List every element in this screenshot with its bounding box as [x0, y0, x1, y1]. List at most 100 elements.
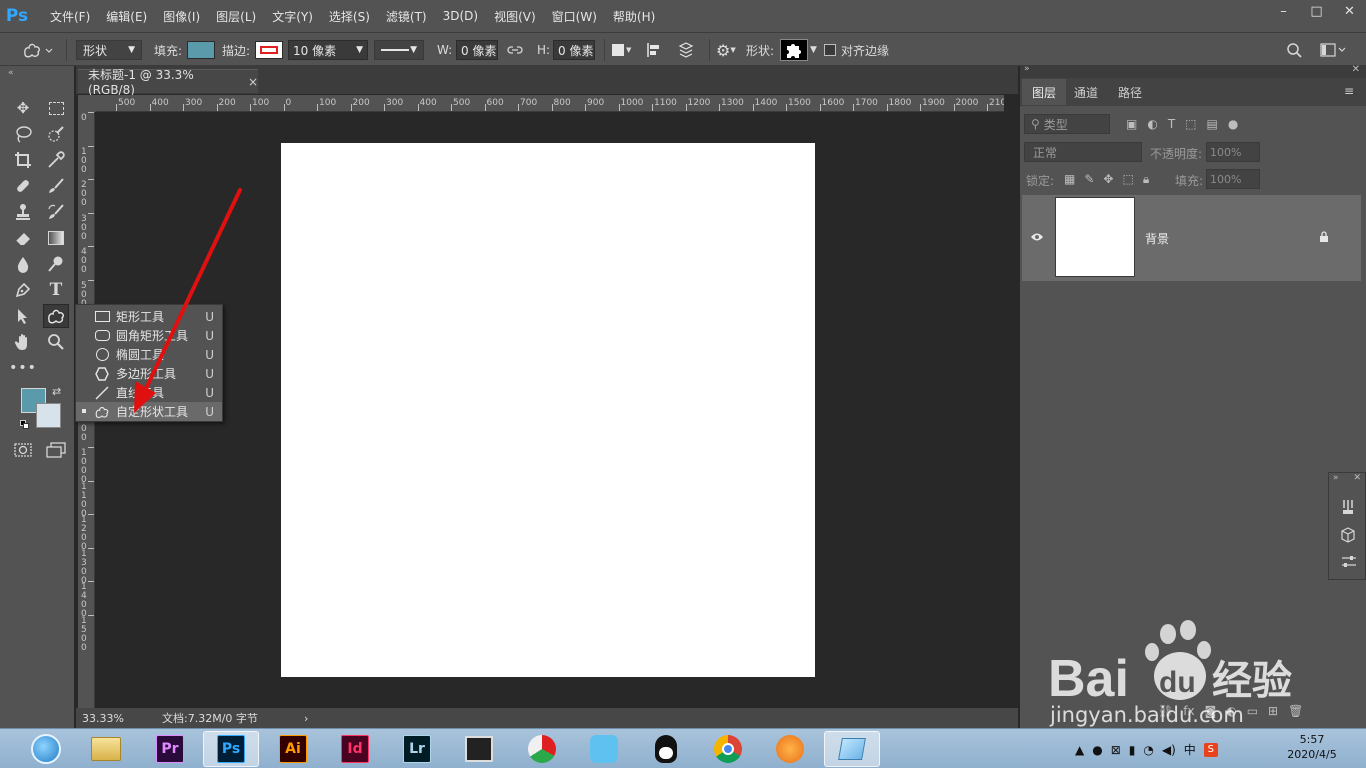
path-operations-icon[interactable]: ▼ [612, 40, 631, 60]
blend-mode-select[interactable]: 正常 [1024, 142, 1142, 162]
marquee-tool-icon[interactable] [45, 97, 67, 119]
opacity-field[interactable]: 100% [1206, 142, 1260, 162]
tray-network-icon[interactable]: ⊠ [1111, 743, 1121, 757]
eye-icon[interactable] [1030, 231, 1044, 245]
smart-object-filter-icon[interactable]: ▤ [1207, 117, 1218, 131]
default-colors-icon[interactable] [20, 420, 30, 430]
document-tab[interactable]: 未标题-1 @ 33.3%(RGB/8) × [78, 68, 258, 97]
close-tab-icon[interactable]: × [248, 75, 258, 89]
new-layer-icon[interactable]: ⊞ [1268, 704, 1278, 718]
eyedropper-tool-icon[interactable] [45, 149, 67, 171]
custom-shape-tool-button[interactable] [43, 304, 69, 328]
lasso-tool-icon[interactable] [12, 123, 34, 145]
menu-edit[interactable]: 编辑(E) [106, 8, 147, 25]
taskbar-umbrella-app-icon[interactable] [514, 731, 570, 767]
taskbar-photoshop-icon[interactable]: Ps [203, 731, 259, 767]
taskbar-clock[interactable]: 5:57 2020/4/5 [1284, 732, 1340, 764]
tray-wifi-icon[interactable]: ◔ [1143, 743, 1153, 757]
move-tool-icon[interactable]: ✥ [12, 97, 34, 119]
quick-mask-icon[interactable] [12, 439, 34, 461]
stroke-width-field[interactable]: 10 像素 ▼ [288, 40, 368, 60]
taskbar-browser-icon[interactable] [18, 731, 74, 767]
taskbar-qq-icon[interactable] [638, 731, 694, 767]
menu-help[interactable]: 帮助(H) [613, 8, 655, 25]
workspace-icon[interactable] [1320, 40, 1346, 60]
blur-tool-icon[interactable] [12, 253, 34, 275]
layer-thumbnail[interactable] [1055, 197, 1135, 277]
crop-tool-icon[interactable] [12, 149, 34, 171]
document-canvas[interactable] [281, 143, 815, 677]
lock-position-icon[interactable]: ✥ [1103, 172, 1113, 187]
height-field[interactable]: 0 像素 [553, 40, 595, 60]
tray-sogou-icon[interactable]: S [1203, 742, 1218, 757]
maximize-button[interactable]: □ [1300, 0, 1333, 22]
stroke-swatch[interactable] [255, 40, 283, 60]
history-brush-tool-icon[interactable] [45, 201, 67, 223]
healing-brush-tool-icon[interactable] [12, 175, 34, 197]
shape-filter-icon[interactable]: ⬚ [1185, 117, 1196, 131]
fill-opacity-field[interactable]: 100% [1206, 169, 1260, 189]
taskbar-chrome-icon[interactable] [700, 731, 756, 767]
width-field[interactable]: 0 像素 [456, 40, 498, 60]
dodge-tool-icon[interactable] [45, 253, 67, 275]
stroke-type-select[interactable]: ▼ [374, 40, 424, 60]
menu-3d[interactable]: 3D(D) [443, 9, 478, 23]
taskbar-fox-app-icon[interactable] [762, 731, 818, 767]
lock-image-pixels-icon[interactable]: ✎ [1084, 172, 1094, 187]
expand-panel-icon[interactable]: » [1024, 64, 1030, 74]
swap-colors-icon[interactable]: ⇄ [52, 385, 61, 398]
type-tool-icon[interactable]: T [45, 279, 67, 301]
ruler-origin[interactable] [78, 95, 96, 112]
taskbar-notes-app-icon[interactable] [824, 731, 880, 767]
taskbar-lightroom-icon[interactable]: Lr [389, 731, 445, 767]
menu-filter[interactable]: 滤镜(T) [386, 8, 427, 25]
menu-select[interactable]: 选择(S) [329, 8, 370, 25]
properties-sliders-icon[interactable] [1341, 555, 1357, 572]
align-edges-checkbox[interactable] [824, 44, 836, 56]
tab-paths[interactable]: 路径 [1108, 79, 1152, 105]
taskbar-illustrator-icon[interactable]: Ai [265, 731, 321, 767]
search-icon[interactable] [1286, 40, 1302, 60]
tool-mode-select[interactable]: 形状 ▼ [76, 40, 142, 60]
menu-image[interactable]: 图像(I) [163, 8, 200, 25]
menu-view[interactable]: 视图(V) [494, 8, 536, 25]
adjustment-layer-icon[interactable]: ◐ [1226, 704, 1236, 718]
menu-window[interactable]: 窗口(W) [552, 8, 597, 25]
tray-ime-indicator[interactable]: 中 [1184, 741, 1196, 758]
clone-stamp-tool-icon[interactable] [12, 201, 34, 223]
path-alignment-icon[interactable] [645, 40, 665, 60]
tray-qq-icon[interactable]: ● [1092, 743, 1102, 757]
expand-panel-icon[interactable]: » [1333, 473, 1339, 483]
trash-icon[interactable]: 🗑︎ [1288, 704, 1303, 718]
horizontal-ruler[interactable]: 500 400 300 200 100 0 100 200 300 400 500 600 700 800… [96, 95, 1004, 112]
menu-file[interactable]: 文件(F) [50, 8, 90, 25]
more-tools-icon[interactable]: ••• [9, 357, 36, 379]
3d-cube-icon[interactable] [1341, 527, 1355, 546]
path-selection-tool-icon[interactable] [12, 305, 34, 327]
panel-menu-icon[interactable]: ≡ [1344, 84, 1354, 98]
gear-icon[interactable]: ⚙ ▼ [716, 40, 736, 60]
filter-toggle-icon[interactable]: ● [1228, 117, 1238, 131]
zoom-level[interactable]: 33.33% [82, 712, 154, 725]
tool-preset-picker[interactable] [20, 40, 54, 60]
tray-volume-icon[interactable]: ◀) [1162, 743, 1176, 757]
lock-all-icon[interactable]: 🔒︎ [1143, 172, 1149, 187]
menu-type[interactable]: 文字(Y) [272, 8, 313, 25]
tab-layers[interactable]: 图层 [1022, 79, 1067, 105]
menu-layer[interactable]: 图层(L) [216, 8, 256, 25]
pen-tool-icon[interactable] [12, 279, 34, 301]
layer-name[interactable]: 背景 [1145, 230, 1169, 247]
hand-tool-icon[interactable] [12, 331, 34, 353]
type-filter-icon[interactable]: T [1168, 117, 1175, 131]
taskbar-indesign-icon[interactable]: Id [327, 731, 383, 767]
link-icon[interactable] [507, 40, 523, 60]
lock-artboard-icon[interactable]: ⬚ [1122, 172, 1133, 187]
taskbar-explorer-icon[interactable] [78, 731, 134, 767]
fill-swatch[interactable] [187, 40, 215, 60]
shape-picker[interactable]: ▼ [780, 39, 817, 61]
pixel-filter-icon[interactable]: ▣ [1126, 117, 1137, 131]
layer-filter-select[interactable]: ⚲ 类型 [1024, 114, 1110, 134]
close-window-button[interactable]: ✕ [1333, 0, 1366, 22]
add-mask-icon[interactable]: ◙ [1205, 704, 1217, 718]
layer-style-icon[interactable]: fx [1183, 704, 1194, 718]
